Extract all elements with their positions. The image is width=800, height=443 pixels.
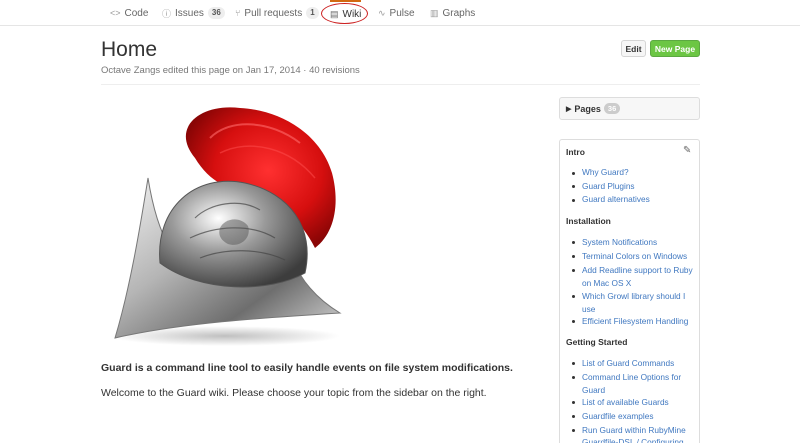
- toc-link[interactable]: Terminal Colors on Windows: [582, 250, 694, 263]
- code-icon: <>: [110, 8, 121, 18]
- toc-section-title: Installation: [566, 216, 611, 226]
- tab-wiki[interactable]: ▤ Wiki: [330, 0, 362, 26]
- tab-pull-requests-label: Pull requests: [244, 7, 303, 19]
- tab-code[interactable]: <> Code: [110, 0, 148, 26]
- bullet: [572, 415, 575, 418]
- pages-toggle[interactable]: ▶ Pages 36: [559, 97, 700, 120]
- bullet: [572, 376, 575, 379]
- pull-request-icon: ⑂: [235, 8, 241, 18]
- toc-link[interactable]: Efficient Filesystem Handling: [582, 315, 694, 328]
- tab-pull-requests[interactable]: ⑂ Pull requests 1: [235, 0, 319, 26]
- toc-section-title: Intro: [566, 147, 585, 157]
- toc-section-title: Getting Started: [566, 337, 628, 347]
- issue-icon: ⓘ: [162, 8, 172, 19]
- tab-issues[interactable]: ⓘ Issues 36: [162, 0, 225, 26]
- tab-code-label: Code: [124, 7, 149, 19]
- pages-count-badge: 36: [603, 103, 621, 114]
- guard-helmet-logo: [110, 107, 342, 346]
- toc-link[interactable]: Guard alternatives: [582, 193, 694, 206]
- bullet: [572, 241, 575, 244]
- bullet: [572, 269, 575, 272]
- toc-link[interactable]: Run Guard within RubyMine: [582, 424, 694, 437]
- toc-link[interactable]: Guardfile examples: [582, 410, 694, 423]
- toc-link[interactable]: List of Guard Commands: [582, 357, 694, 370]
- header-divider: [101, 84, 700, 85]
- bullet: [572, 401, 575, 404]
- pulse-icon: ∿: [378, 7, 386, 18]
- revision-meta: Octave Zangs edited this page on Jan 17,…: [101, 65, 360, 76]
- wiki-welcome-text: Welcome to the Guard wiki. Please choose…: [101, 387, 487, 399]
- tab-wiki-label: Wiki: [342, 8, 362, 20]
- toc-link[interactable]: Guard Plugins: [582, 180, 694, 193]
- pencil-icon[interactable]: ✎: [683, 145, 691, 156]
- pulls-count-badge: 1: [306, 7, 319, 19]
- wiki-lead-text: Guard is a command line tool to easily h…: [101, 362, 513, 374]
- issues-count-badge: 36: [207, 7, 225, 19]
- toc-link[interactable]: List of available Guards: [582, 396, 694, 409]
- repo-nav: <> Code ⓘ Issues 36 ⑂ Pull requests 1 ▤ …: [0, 0, 800, 26]
- bullet: [572, 362, 575, 365]
- page-title: Home: [101, 38, 158, 61]
- edit-button[interactable]: Edit: [621, 40, 646, 57]
- bullet: [572, 429, 575, 432]
- pages-label: Pages: [574, 103, 601, 114]
- tab-issues-label: Issues: [175, 7, 204, 19]
- toc-link[interactable]: Which Growl library should I use: [582, 290, 694, 315]
- new-page-button[interactable]: New Page: [650, 40, 700, 57]
- book-icon: ▤: [330, 8, 339, 19]
- triangle-right-icon: ▶: [566, 105, 572, 113]
- bullet: [572, 295, 575, 298]
- toc-link[interactable]: Why Guard?: [582, 166, 694, 179]
- graph-icon: ▥: [430, 7, 439, 18]
- toc-link[interactable]: Guardfile-DSL / Configuring: [582, 436, 694, 443]
- bullet: [572, 320, 575, 323]
- bullet: [572, 199, 575, 202]
- tab-graphs-label: Graphs: [442, 7, 476, 19]
- tab-graphs[interactable]: ▥ Graphs: [430, 0, 475, 26]
- toc-link[interactable]: System Notifications: [582, 236, 694, 249]
- bullet: [572, 185, 575, 188]
- toc-link[interactable]: Add Readline support to Ruby on Mac OS X: [582, 264, 694, 289]
- tab-pulse-label: Pulse: [389, 7, 415, 19]
- toc-link[interactable]: Command Line Options for Guard: [582, 371, 694, 396]
- bullet: [572, 255, 575, 258]
- tab-pulse[interactable]: ∿ Pulse: [378, 0, 415, 26]
- bullet: [572, 172, 575, 175]
